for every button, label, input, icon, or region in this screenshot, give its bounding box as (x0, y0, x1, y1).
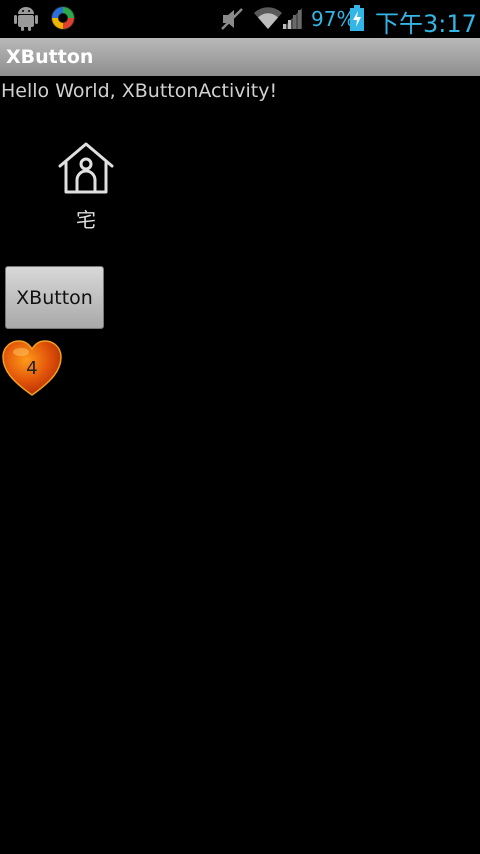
home-button[interactable]: 宅 (56, 140, 116, 232)
home-label: 宅 (76, 208, 96, 232)
sync-icon (51, 6, 75, 30)
hello-text: Hello World, XButtonActivity! (1, 80, 278, 102)
mute-icon (221, 8, 243, 30)
app-title-bar: XButton (0, 38, 480, 76)
battery-charging-icon (350, 5, 364, 31)
heart-badge-button[interactable]: 4 (2, 339, 62, 397)
home-icon (58, 142, 114, 194)
xbutton-button[interactable]: XButton (5, 266, 104, 329)
android-debug-icon (14, 7, 38, 31)
wifi-icon (254, 7, 282, 29)
app-title: XButton (6, 46, 94, 68)
heart-count: 4 (26, 358, 38, 379)
signal-icon (282, 8, 302, 29)
status-bar: 97% 下午3:17 (0, 0, 480, 38)
clock: 下午3:17 (375, 10, 477, 38)
